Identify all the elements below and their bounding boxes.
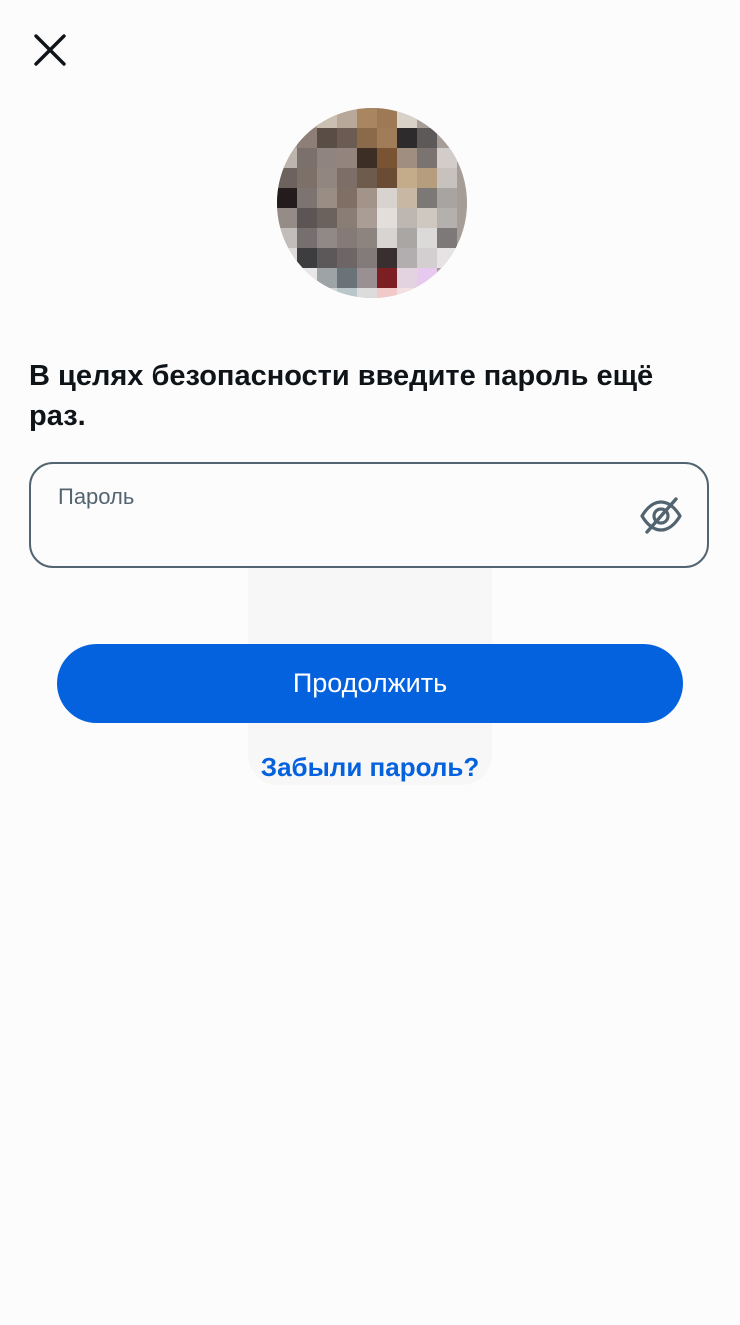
password-field[interactable]: Пароль (29, 462, 709, 568)
user-avatar (277, 108, 467, 298)
close-button[interactable] (26, 26, 74, 74)
eye-off-icon (640, 497, 682, 534)
forgot-password-link[interactable]: Забыли пароль? (0, 752, 740, 783)
continue-button[interactable]: Продолжить (57, 644, 683, 723)
password-field-label: Пароль (58, 484, 135, 509)
password-input[interactable] (57, 518, 617, 554)
close-icon (34, 34, 66, 66)
reauth-screen: В целях безопасности введите пароль ещё … (0, 0, 740, 1325)
password-visibility-toggle[interactable] (637, 494, 685, 538)
page-title: В целях безопасности введите пароль ещё … (29, 360, 654, 432)
